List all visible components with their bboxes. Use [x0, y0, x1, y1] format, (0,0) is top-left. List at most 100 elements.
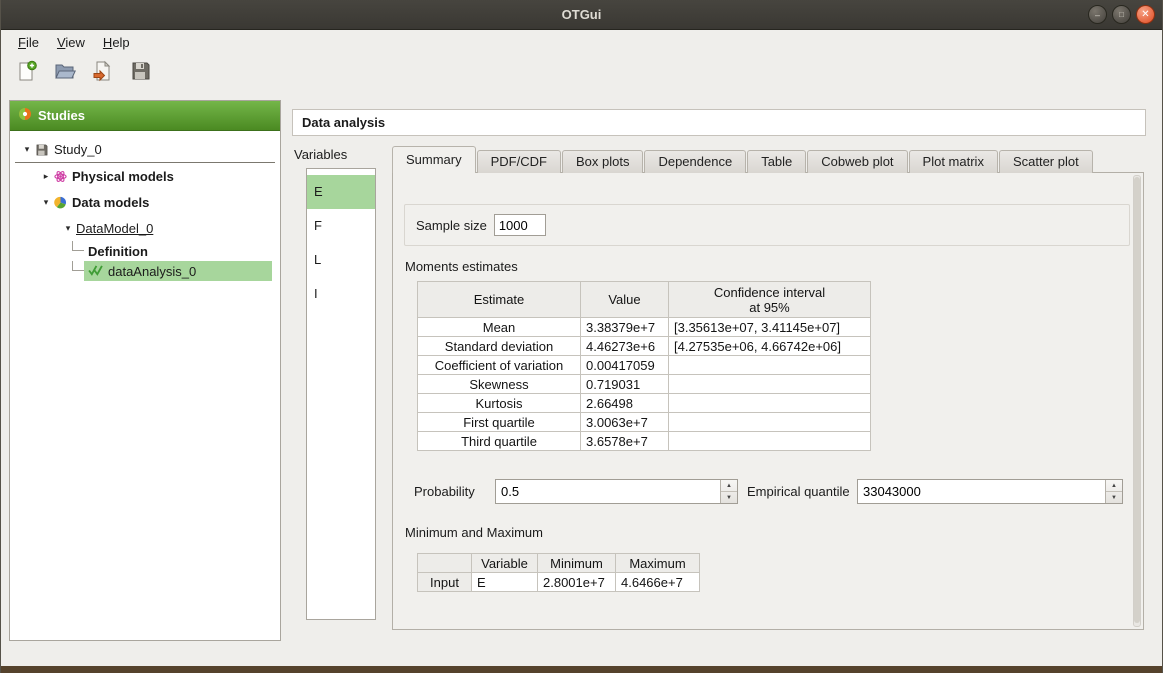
- tab-box-plots[interactable]: Box plots: [562, 150, 643, 173]
- spin-down-icon[interactable]: ▼: [721, 492, 737, 503]
- empirical-quantile-input[interactable]: [858, 480, 1105, 503]
- studies-header: Studies: [10, 101, 280, 131]
- vertical-scrollbar[interactable]: [1133, 175, 1141, 627]
- variable-cell[interactable]: E: [472, 573, 538, 592]
- sidebar-item-data-models[interactable]: ▾ Data models: [10, 189, 280, 215]
- titlebar[interactable]: OTGui – □ ✕: [1, 0, 1162, 30]
- probability-input[interactable]: [496, 480, 720, 503]
- table-row[interactable]: Skewness 0.719031: [418, 375, 871, 394]
- tab-cobweb-plot[interactable]: Cobweb plot: [807, 150, 907, 173]
- chevron-down-icon[interactable]: ▾: [60, 223, 76, 234]
- column-header[interactable]: Maximum: [616, 554, 700, 573]
- row-header[interactable]: Input: [418, 573, 472, 592]
- estimate-cell[interactable]: First quartile: [418, 413, 581, 432]
- tab-table[interactable]: Table: [747, 150, 806, 173]
- estimate-cell[interactable]: Kurtosis: [418, 394, 581, 413]
- sidebar-item-dataanalysis[interactable]: dataAnalysis_0: [10, 261, 280, 281]
- table-row[interactable]: Standard deviation 4.46273e+6 [4.27535e+…: [418, 337, 871, 356]
- estimate-cell[interactable]: Mean: [418, 318, 581, 337]
- open-study-button[interactable]: [51, 58, 79, 86]
- ci-cell[interactable]: [669, 432, 871, 451]
- menu-view[interactable]: View: [48, 33, 94, 52]
- new-document-icon: [16, 60, 38, 85]
- value-cell[interactable]: 0.00417059: [581, 356, 669, 375]
- study-label: Study_0: [54, 142, 102, 157]
- tab-bar: Summary PDF/CDF Box plots Dependence Tab…: [392, 146, 1093, 173]
- minmax-header-row: Variable Minimum Maximum: [418, 554, 700, 573]
- chevron-right-icon[interactable]: ▸: [38, 171, 54, 182]
- column-header[interactable]: Confidence interval at 95%: [669, 282, 871, 318]
- tab-summary[interactable]: Summary: [392, 146, 476, 173]
- table-row[interactable]: First quartile 3.0063e+7: [418, 413, 871, 432]
- variable-item-i[interactable]: I: [307, 277, 375, 311]
- menu-help[interactable]: Help: [94, 33, 139, 52]
- value-cell[interactable]: 3.6578e+7: [581, 432, 669, 451]
- probability-spinbox[interactable]: ▲ ▼: [495, 479, 738, 504]
- column-header[interactable]: Value: [581, 282, 669, 318]
- otgui-window: OTGui – □ ✕ File View Help: [0, 0, 1163, 673]
- empirical-quantile-spinbox[interactable]: ▲ ▼: [857, 479, 1123, 504]
- minimum-cell[interactable]: 2.8001e+7: [538, 573, 616, 592]
- table-row[interactable]: Mean 3.38379e+7 [3.35613e+07, 3.41145e+0…: [418, 318, 871, 337]
- ci-cell[interactable]: [669, 413, 871, 432]
- column-header[interactable]: Minimum: [538, 554, 616, 573]
- chevron-down-icon[interactable]: ▾: [38, 197, 54, 208]
- ci-cell[interactable]: [669, 375, 871, 394]
- study-tree: ▾ Study_0 ▸: [10, 131, 280, 281]
- sidebar-item-datamodel[interactable]: ▾ DataModel_0: [10, 215, 280, 241]
- estimate-cell[interactable]: Third quartile: [418, 432, 581, 451]
- close-button[interactable]: ✕: [1136, 5, 1155, 24]
- maximum-cell[interactable]: 4.6466e+7: [616, 573, 700, 592]
- spin-up-icon[interactable]: ▲: [721, 480, 737, 492]
- table-row[interactable]: Kurtosis 2.66498: [418, 394, 871, 413]
- sidebar-item-physical-models[interactable]: ▸ Physical models: [10, 163, 280, 189]
- table-row[interactable]: Coefficient of variation 0.00417059: [418, 356, 871, 375]
- estimate-cell[interactable]: Coefficient of variation: [418, 356, 581, 375]
- tab-pdf-cdf[interactable]: PDF/CDF: [477, 150, 561, 173]
- new-study-button[interactable]: [13, 58, 41, 86]
- probability-label: Probability: [414, 479, 475, 504]
- spin-up-icon[interactable]: ▲: [1106, 480, 1122, 492]
- value-cell[interactable]: 4.46273e+6: [581, 337, 669, 356]
- tab-dependence[interactable]: Dependence: [644, 150, 746, 173]
- import-script-button[interactable]: [89, 58, 117, 86]
- minimize-button[interactable]: –: [1088, 5, 1107, 24]
- value-cell[interactable]: 3.0063e+7: [581, 413, 669, 432]
- ci-cell[interactable]: [669, 356, 871, 375]
- estimate-cell[interactable]: Skewness: [418, 375, 581, 394]
- dataanalysis-label: dataAnalysis_0: [108, 264, 196, 279]
- ci-cell[interactable]: [4.27535e+06, 4.66742e+06]: [669, 337, 871, 356]
- value-cell[interactable]: 3.38379e+7: [581, 318, 669, 337]
- variables-list: E F L I: [306, 168, 376, 620]
- variable-item-l[interactable]: L: [307, 243, 375, 277]
- table-row[interactable]: Input E 2.8001e+7 4.6466e+7: [418, 573, 700, 592]
- variable-item-e[interactable]: E: [307, 175, 375, 209]
- window-controls: – □ ✕: [1088, 5, 1155, 24]
- value-cell[interactable]: 0.719031: [581, 375, 669, 394]
- ci-cell[interactable]: [3.35613e+07, 3.41145e+07]: [669, 318, 871, 337]
- chevron-down-icon[interactable]: ▾: [19, 144, 35, 155]
- tab-plot-matrix[interactable]: Plot matrix: [909, 150, 998, 173]
- maximize-button[interactable]: □: [1112, 5, 1131, 24]
- sample-size-field[interactable]: [494, 214, 546, 236]
- tab-scatter-plot[interactable]: Scatter plot: [999, 150, 1093, 173]
- menu-file[interactable]: File: [9, 33, 48, 52]
- table-row[interactable]: Third quartile 3.6578e+7: [418, 432, 871, 451]
- scrollbar-thumb[interactable]: [1134, 177, 1140, 623]
- ci-cell[interactable]: [669, 394, 871, 413]
- sidebar-item-study[interactable]: ▾ Study_0: [15, 137, 275, 163]
- open-folder-icon: [54, 60, 76, 85]
- moments-table[interactable]: Estimate Value Confidence interval at 95…: [417, 281, 871, 451]
- column-header[interactable]: Variable: [472, 554, 538, 573]
- column-header[interactable]: Estimate: [418, 282, 581, 318]
- sidebar-item-definition[interactable]: Definition: [10, 241, 280, 261]
- estimate-cell[interactable]: Standard deviation: [418, 337, 581, 356]
- value-cell[interactable]: 2.66498: [581, 394, 669, 413]
- variable-item-f[interactable]: F: [307, 209, 375, 243]
- spin-down-icon[interactable]: ▼: [1106, 492, 1122, 503]
- studies-icon: [18, 107, 32, 124]
- spinner-buttons: ▲ ▼: [720, 480, 737, 503]
- save-study-button[interactable]: [127, 58, 155, 86]
- minmax-table[interactable]: Variable Minimum Maximum Input E 2.8001e…: [417, 553, 700, 592]
- save-icon: [130, 60, 152, 85]
